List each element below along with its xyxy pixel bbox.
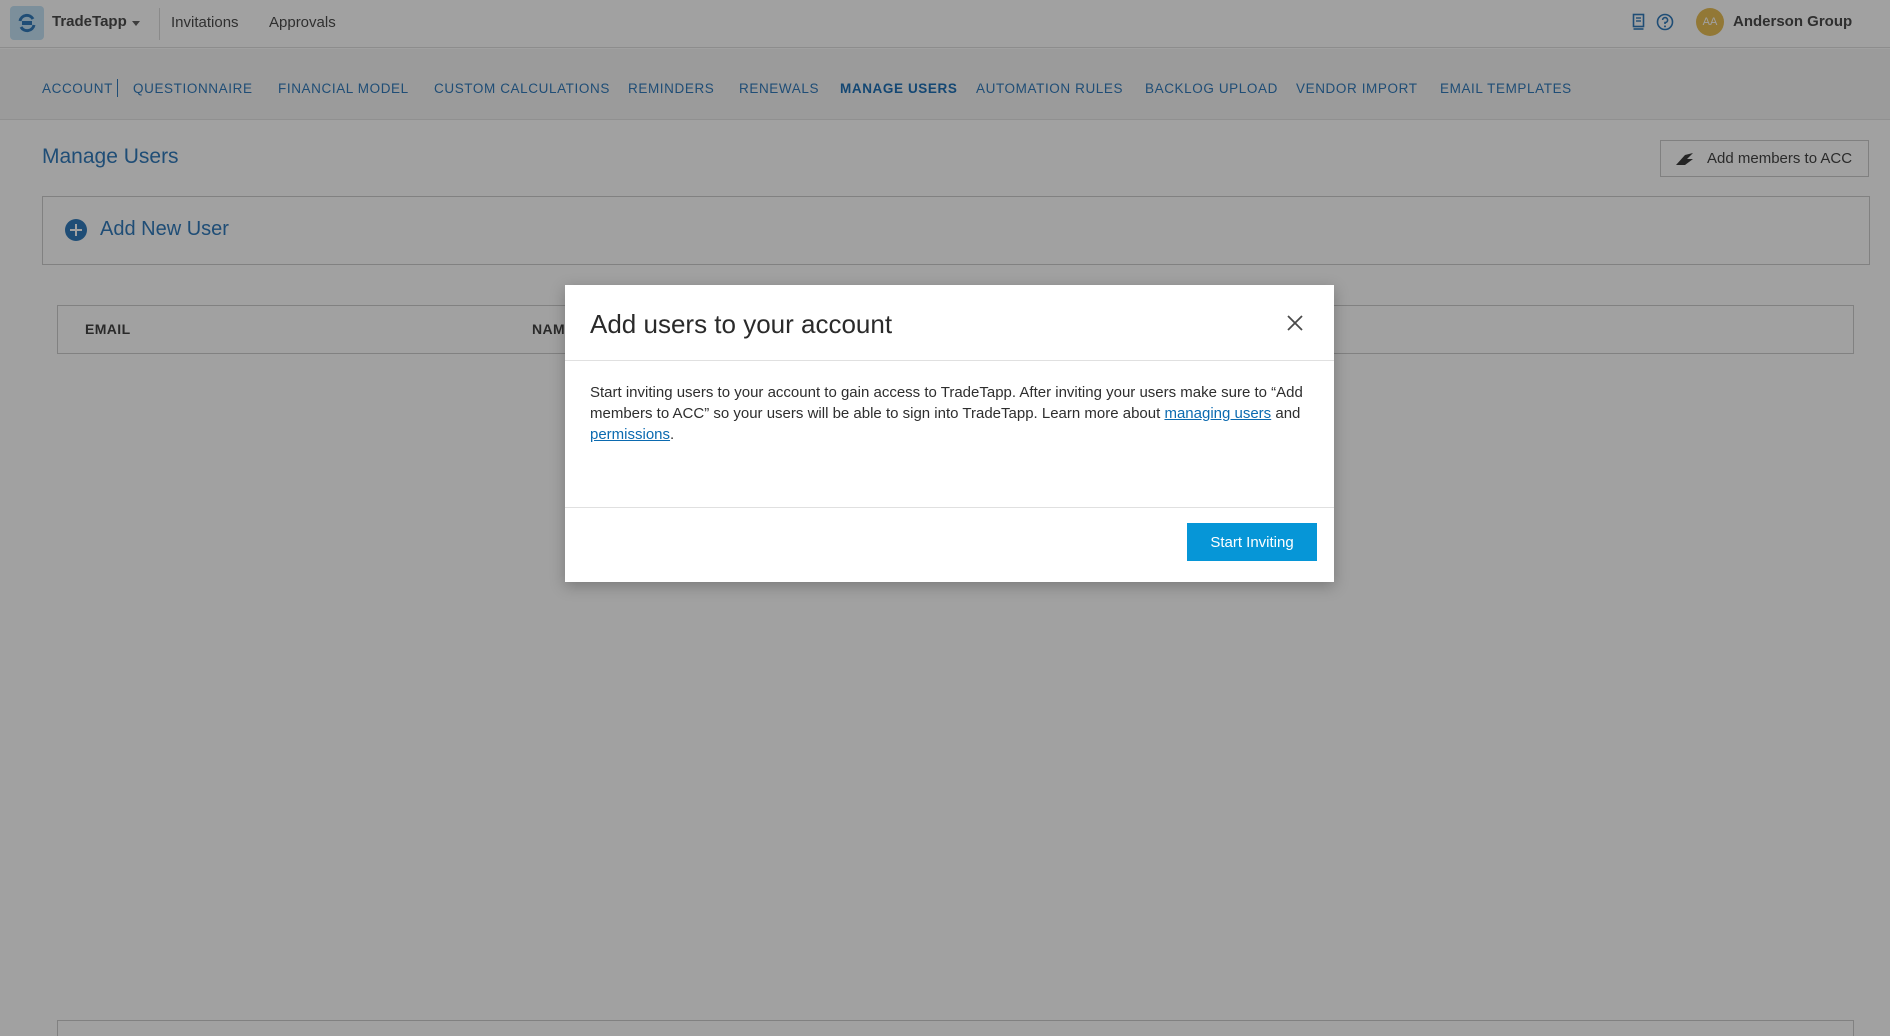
modal-body: Start inviting users to your account to …	[590, 382, 1310, 445]
close-icon[interactable]	[1283, 311, 1307, 335]
permissions-link[interactable]: permissions	[590, 426, 670, 443]
modal-period: .	[670, 426, 675, 443]
add-users-modal: Add users to your account Start inviting…	[565, 285, 1334, 582]
start-inviting-button[interactable]: Start Inviting	[1187, 523, 1317, 561]
modal-footer: Start Inviting	[565, 507, 1334, 582]
page: TradeTapp Invitations Approvals AA Ander…	[0, 0, 1890, 1036]
managing-users-link[interactable]: managing users	[1164, 405, 1271, 422]
modal-and-text: and	[1271, 405, 1301, 422]
modal-title: Add users to your account	[590, 309, 893, 339]
modal-header: Add users to your account	[565, 285, 1334, 361]
